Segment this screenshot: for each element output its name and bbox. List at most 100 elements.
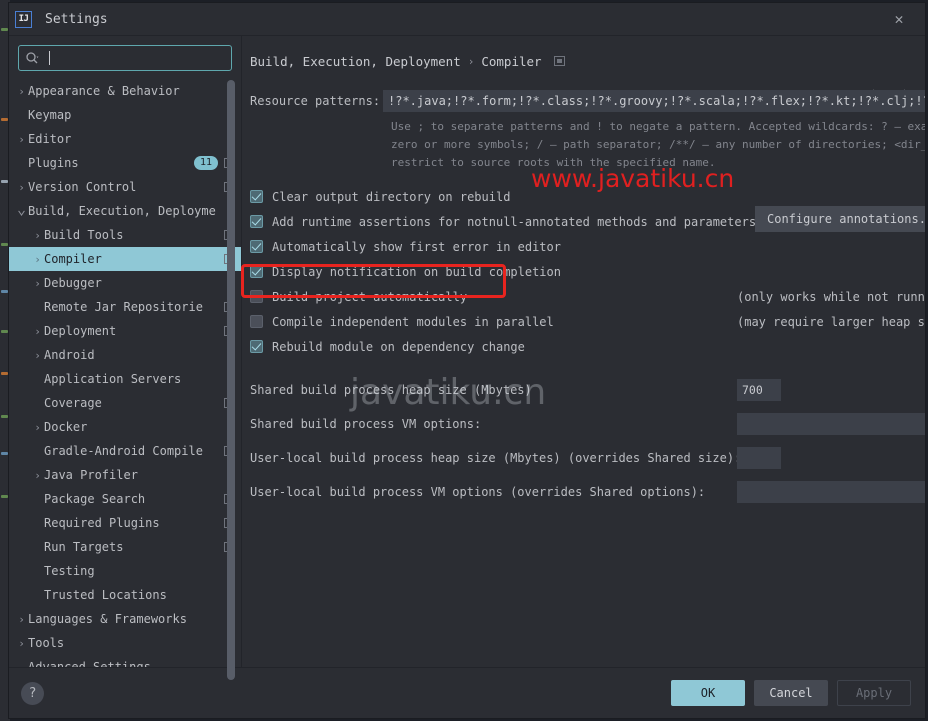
checkbox-rebuild-module-on-dependency-change[interactable] [250, 340, 263, 353]
sidebar-item-label: Build, Execution, Deployme [28, 204, 216, 218]
sidebar-item-label: Docker [44, 420, 88, 434]
dialog-footer: ? OK Cancel Apply [9, 667, 925, 718]
sidebar-item-plugins[interactable]: Plugins 11 [9, 151, 241, 175]
sidebar-item-coverage[interactable]: Coverage [9, 391, 241, 415]
sidebar-item-languages-frameworks[interactable]: › Languages & Frameworks [9, 607, 241, 631]
search-input[interactable] [52, 51, 225, 65]
sidebar-item-package-search[interactable]: Package Search [9, 487, 241, 511]
sidebar-item-label: Compiler [44, 252, 102, 266]
intellij-idea-icon: IJ [15, 10, 32, 28]
field-row: User-local build process VM options (ove… [250, 475, 925, 509]
field-input-3[interactable] [737, 481, 925, 503]
ok-button[interactable]: OK [671, 680, 745, 706]
sidebar-item-docker[interactable]: › Docker [9, 415, 241, 439]
cancel-button[interactable]: Cancel [754, 680, 828, 706]
sidebar-item-label: Gradle-Android Compile [44, 444, 203, 458]
sidebar-item-label: Appearance & Behavior [28, 84, 180, 98]
sidebar-item-label: Debugger [44, 276, 102, 290]
settings-sidebar: › Appearance & Behavior Keymap › Editor Plugi… [9, 36, 242, 680]
sidebar-item-required-plugins[interactable]: Required Plugins [9, 511, 241, 535]
checkbox-row: Compile independent modules in parallel (… [250, 309, 925, 334]
checkbox-label[interactable]: Rebuild module on dependency change [272, 340, 525, 354]
checkbox-compile-independent-modules-in-parallel[interactable] [250, 315, 263, 328]
help-icon[interactable]: ? [21, 681, 44, 705]
sidebar-item-java-profiler[interactable]: › Java Profiler [9, 463, 241, 487]
sidebar-item-remote-jar-repositorie[interactable]: Remote Jar Repositorie [9, 295, 241, 319]
sidebar-item-deployment[interactable]: › Deployment [9, 319, 241, 343]
breadcrumb-separator: › [467, 54, 475, 68]
checkbox-row: Build project automatically (only works w… [250, 284, 925, 309]
sidebar-item-appearance-behavior[interactable]: › Appearance & Behavior [9, 79, 241, 103]
resource-patterns-input[interactable]: !?*.java;!?*.form;!?*.class;!?*.groovy;!… [383, 90, 925, 112]
checkbox-build-project-automatically[interactable] [250, 290, 263, 303]
sidebar-item-label: Trusted Locations [44, 588, 167, 602]
apply-button[interactable]: Apply [837, 680, 911, 706]
checkbox-label[interactable]: Automatically show first error in editor [272, 240, 561, 254]
sidebar-item-label: Application Servers [44, 372, 182, 386]
sidebar-item-application-servers[interactable]: Application Servers [9, 367, 241, 391]
watermark-gray: javatiku.cn [350, 372, 547, 413]
sidebar-item-editor[interactable]: › Editor [9, 127, 241, 151]
chevron-right-icon[interactable]: › [15, 85, 28, 98]
checkbox-label[interactable]: Display notification on build completion [272, 265, 561, 279]
chevron-right-icon[interactable]: › [15, 613, 28, 626]
sidebar-item-build-execution-deployme[interactable]: ⌄ Build, Execution, Deployme [9, 199, 241, 223]
chevron-right-icon[interactable]: › [31, 277, 44, 290]
breadcrumb-current: Compiler [481, 53, 542, 69]
breadcrumb-settings-icon[interactable] [553, 56, 565, 66]
sidebar-item-debugger[interactable]: › Debugger [9, 271, 241, 295]
search-box[interactable] [18, 45, 232, 71]
chevron-right-icon[interactable]: › [15, 133, 28, 146]
chevron-right-icon[interactable]: › [31, 421, 44, 434]
sidebar-item-label: Tools [28, 636, 65, 650]
chevron-right-icon[interactable]: › [31, 349, 44, 362]
sidebar-item-trusted-locations[interactable]: Trusted Locations [9, 583, 241, 607]
sidebar-item-label: Run Targets [44, 540, 124, 554]
sidebar-item-gradle-android-compile[interactable]: Gradle-Android Compile [9, 439, 241, 463]
sidebar-item-build-tools[interactable]: › Build Tools [9, 223, 241, 247]
sidebar-item-tools[interactable]: › Tools [9, 631, 241, 655]
sidebar-item-android[interactable]: › Android [9, 343, 241, 367]
checkbox-label[interactable]: Compile independent modules in parallel [272, 315, 554, 329]
settings-content-pane: Build, Execution, Deployment › Compiler … [242, 36, 925, 667]
sidebar-item-keymap[interactable]: Keymap [9, 103, 241, 127]
chevron-right-icon[interactable]: › [31, 469, 44, 482]
search-container [9, 36, 241, 77]
resource-patterns-row: Resource patterns: !?*.java;!?*.form;!?*… [250, 90, 925, 112]
field-input-0[interactable]: 700 [737, 379, 781, 401]
dialog-titlebar: IJ Settings ✕ [9, 3, 925, 36]
hint-line: zero or more symbols; / — path separator… [391, 138, 925, 151]
checkbox-clear-output-directory-on-rebuild[interactable] [250, 190, 263, 203]
chevron-right-icon[interactable]: › [15, 637, 28, 650]
configure-annotations-button[interactable]: Configure annotations.. [755, 206, 925, 232]
checkbox-automatically-show-first-error-in-editor[interactable] [250, 240, 263, 253]
sidebar-item-label: Build Tools [44, 228, 124, 242]
chevron-right-icon[interactable]: › [31, 253, 44, 266]
field-input-1[interactable] [737, 413, 925, 435]
checkbox-row: Add runtime assertions for notnull-annot… [250, 206, 925, 234]
checkbox-add-runtime-assertions-for-notnull-annotated-methods-and-parameters[interactable] [250, 215, 263, 228]
breadcrumb-parent[interactable]: Build, Execution, Deployment [250, 54, 461, 69]
plugins-count-badge: 11 [193, 156, 218, 170]
sidebar-item-run-targets[interactable]: Run Targets [9, 535, 241, 559]
close-icon[interactable]: ✕ [877, 3, 921, 34]
chevron-right-icon[interactable]: › [15, 181, 28, 194]
sidebar-item-advanced-settings[interactable]: Advanced Settings [9, 655, 241, 667]
search-icon [25, 51, 40, 66]
chevron-down-icon[interactable]: ⌄ [15, 201, 28, 216]
checkbox-label[interactable]: Add runtime assertions for notnull-annot… [272, 215, 756, 229]
sidebar-item-label: Remote Jar Repositorie [44, 300, 203, 314]
sidebar-item-compiler[interactable]: › Compiler [9, 247, 241, 271]
sidebar-scrollbar[interactable] [227, 80, 235, 680]
compiler-settings-content: Resource patterns: !?*.java;!?*.form;!?*… [242, 72, 925, 509]
checkbox-label[interactable]: Build project automatically [272, 290, 467, 304]
dialog-buttons: OK Cancel Apply [671, 680, 911, 706]
sidebar-item-testing[interactable]: Testing [9, 559, 241, 583]
sidebar-item-version-control[interactable]: › Version Control [9, 175, 241, 199]
checkbox-label[interactable]: Clear output directory on rebuild [272, 190, 510, 204]
sidebar-item-label: Android [44, 348, 95, 362]
chevron-right-icon[interactable]: › [31, 229, 44, 242]
checkbox-display-notification-on-build-completion[interactable] [250, 265, 263, 278]
field-input-2[interactable] [737, 447, 781, 469]
chevron-right-icon[interactable]: › [31, 325, 44, 338]
